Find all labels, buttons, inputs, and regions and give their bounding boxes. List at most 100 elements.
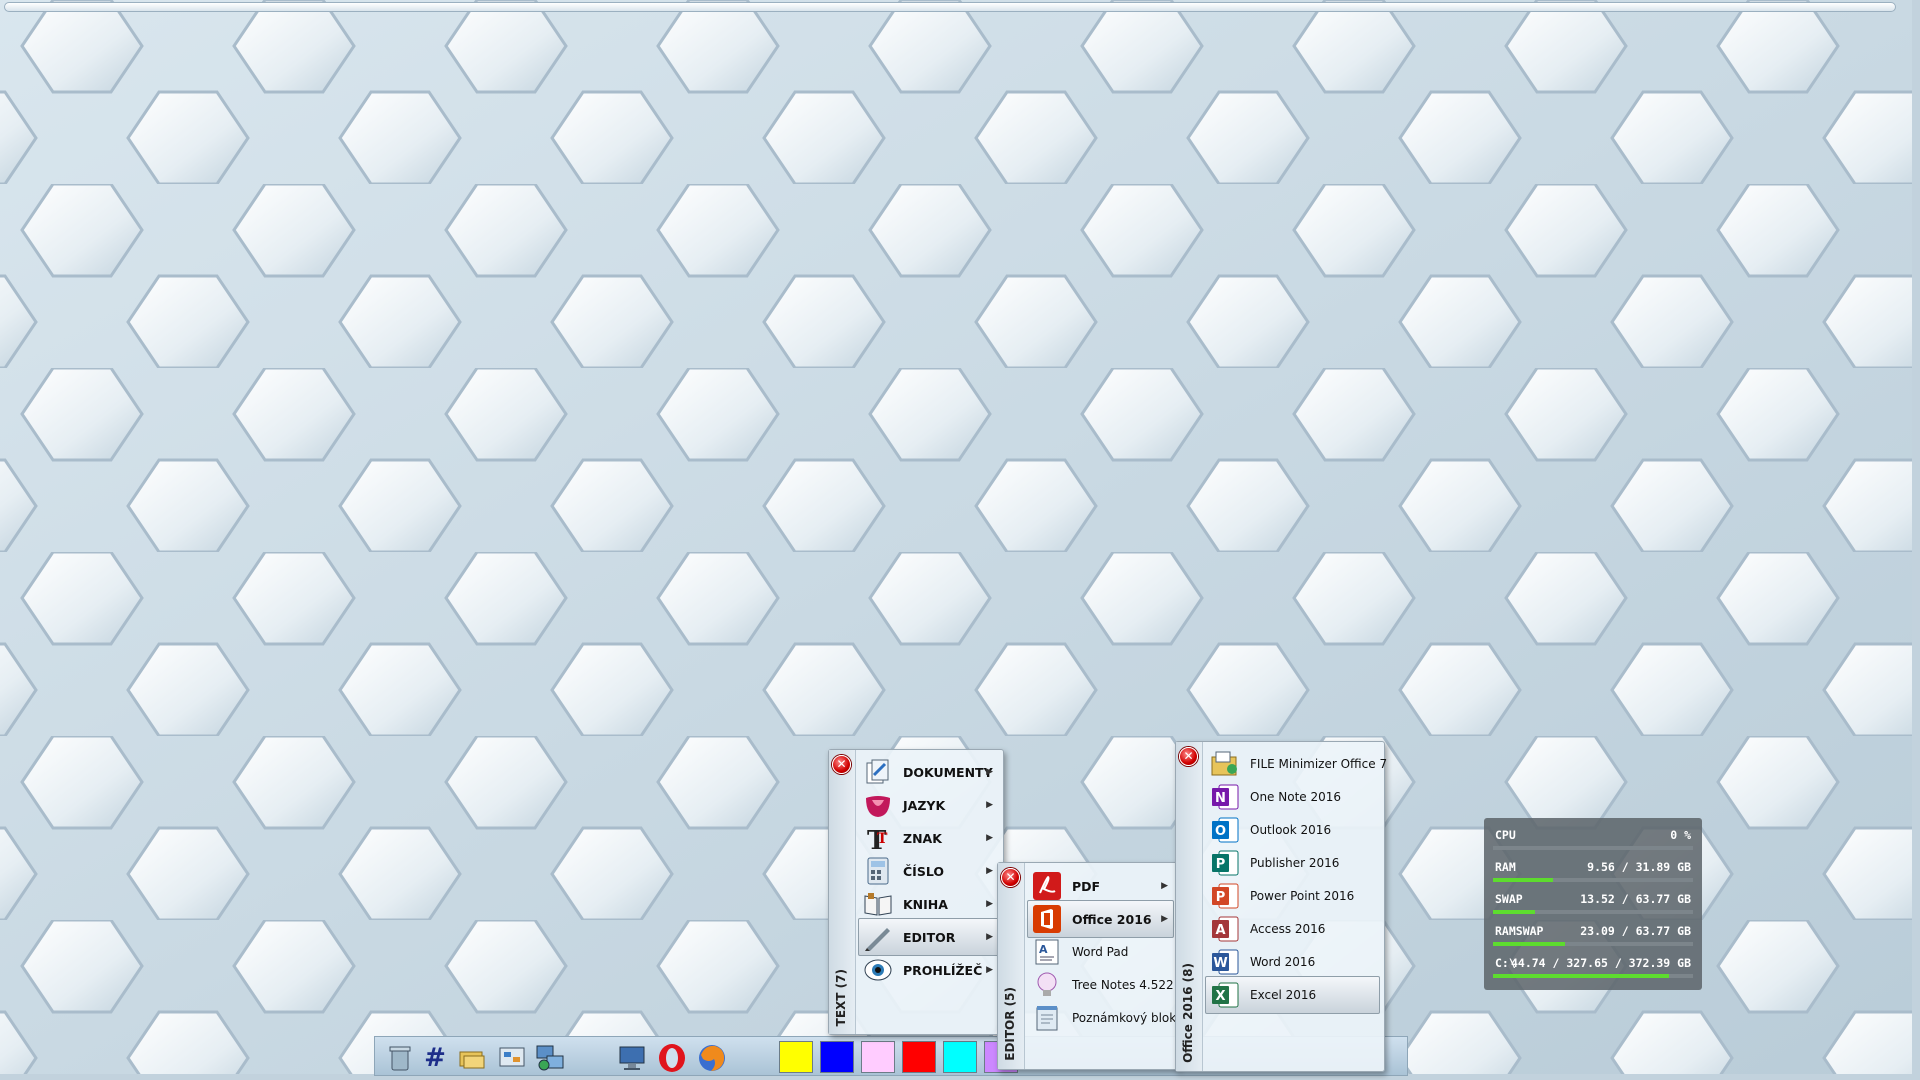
word-icon: W xyxy=(1210,947,1240,977)
office-menu-item-label: One Note 2016 xyxy=(1250,790,1342,804)
resource-bar xyxy=(1493,846,1693,850)
submenu-arrow-icon: ▶ xyxy=(986,800,993,810)
resource-bar xyxy=(1493,910,1693,914)
eye-icon xyxy=(863,955,893,985)
wordpad-icon: A xyxy=(1032,937,1062,967)
resource-bar xyxy=(1493,878,1693,882)
editor-menu-close-button[interactable]: ✕ xyxy=(1001,868,1020,887)
notepad-icon xyxy=(1032,1003,1062,1033)
hash-icon[interactable]: # xyxy=(420,1043,450,1073)
publisher-icon: P xyxy=(1210,848,1240,878)
resource-value: 23.09 / 63.77 GB xyxy=(1580,924,1691,938)
pdf-icon xyxy=(1032,871,1062,901)
resource-row: RAM 9.56 / 31.89 GB xyxy=(1493,858,1693,886)
color-swatch[interactable] xyxy=(861,1041,895,1073)
calculator-icon xyxy=(863,856,893,886)
text-menu-close-button[interactable]: ✕ xyxy=(832,755,851,774)
submenu-arrow-icon: ▶ xyxy=(1161,914,1168,924)
office-menu-item-label: Power Point 2016 xyxy=(1250,889,1355,903)
svg-text:W: W xyxy=(1213,956,1227,971)
color-swatch[interactable] xyxy=(902,1041,936,1073)
resource-value: 13.52 / 63.77 GB xyxy=(1580,892,1691,906)
top-edge-bar[interactable] xyxy=(4,2,1896,12)
office-menu-item-label: Word 2016 xyxy=(1250,955,1316,969)
office-menu-item-label: FILE Minimizer Office 7 xyxy=(1250,757,1388,771)
submenu-arrow-icon: ▶ xyxy=(986,899,993,909)
text-menu-item-label: JAZYK xyxy=(903,797,946,813)
text-menu-item-label: ČÍSLO xyxy=(903,863,944,879)
firefox-icon[interactable] xyxy=(697,1043,727,1073)
onenote-icon: N xyxy=(1210,782,1240,812)
character-icon: TT xyxy=(863,823,893,853)
file-minimizer-icon xyxy=(1210,749,1240,779)
editor-menu-item-label: Poznámkový blok xyxy=(1072,1011,1177,1025)
office-menu-item-label: Access 2016 xyxy=(1250,922,1326,936)
office-menu-item-label: Excel 2016 xyxy=(1250,988,1317,1002)
outlook-icon: O xyxy=(1210,815,1240,845)
access-icon: A xyxy=(1210,914,1240,944)
control-panel-icon[interactable] xyxy=(497,1043,527,1073)
editor-menu-item-label: Word Pad xyxy=(1072,945,1129,959)
submenu-arrow-icon: ▶ xyxy=(1161,881,1168,891)
office-menu-title: Office 2016 (8) xyxy=(1181,963,1195,1063)
editor-menu: ✕ EDITOR (5) PDF ▶ Office 2016 ▶ A Word Pad Tr… xyxy=(997,862,1188,1070)
text-menu-item-label: KNIHA xyxy=(903,896,948,912)
submenu-arrow-icon: ▶ xyxy=(986,866,993,876)
powerpoint-icon: P xyxy=(1210,881,1240,911)
text-menu-item-label: EDITOR xyxy=(903,929,956,945)
resource-value: 9.56 / 31.89 GB xyxy=(1587,860,1691,874)
editor-menu-strip: ✕ EDITOR (5) xyxy=(998,863,1025,1069)
text-menu-item-label: DOKUMENTY xyxy=(903,764,993,780)
text-menu-item-label: PROHLÍŽEČ xyxy=(903,962,983,978)
office-menu-item-label: Outlook 2016 xyxy=(1250,823,1332,837)
pen-icon xyxy=(863,922,893,952)
resource-name: RAM xyxy=(1495,860,1516,874)
office-menu-item[interactable]: X Excel 2016 xyxy=(1205,976,1380,1014)
resource-row: CPU 0 % xyxy=(1493,826,1693,854)
svg-text:O: O xyxy=(1215,824,1226,839)
svg-text:T: T xyxy=(877,831,888,847)
book-icon xyxy=(863,889,893,919)
recycle-bin-icon[interactable] xyxy=(385,1043,415,1073)
submenu-arrow-icon: ▶ xyxy=(986,932,993,942)
text-menu-title: TEXT (7) xyxy=(834,968,848,1026)
text-menu: ✕ TEXT (7) DOKUMENTY ▶ JAZYK ▶ T T ZNAK ▶ ČÍSLO ▶… xyxy=(828,749,1004,1035)
resource-bar xyxy=(1493,974,1693,978)
computer-icon[interactable] xyxy=(617,1043,647,1073)
opera-icon[interactable] xyxy=(657,1043,687,1073)
svg-text:A: A xyxy=(1039,943,1048,956)
folders-icon[interactable] xyxy=(457,1043,487,1073)
submenu-arrow-icon: ▶ xyxy=(986,833,993,843)
color-swatch[interactable] xyxy=(943,1041,977,1073)
text-menu-strip: ✕ TEXT (7) xyxy=(829,750,856,1034)
resource-row: SWAP 13.52 / 63.77 GB xyxy=(1493,890,1693,918)
resource-bar xyxy=(1493,942,1693,946)
office-menu-strip: ✕ Office 2016 (8) xyxy=(1176,742,1203,1071)
documents-icon xyxy=(863,757,893,787)
submenu-arrow-icon: ▶ xyxy=(986,965,993,975)
svg-text:A: A xyxy=(1215,923,1225,938)
editor-menu-item[interactable]: Poznámkový blok xyxy=(1027,999,1177,1037)
excel-icon: X xyxy=(1210,980,1240,1010)
resource-name: SWAP xyxy=(1495,892,1523,906)
text-menu-item[interactable]: PROHLÍŽEČ ▶ xyxy=(858,951,999,989)
color-swatch[interactable] xyxy=(779,1041,813,1073)
editor-menu-item-label: Tree Notes 4.522 # xyxy=(1072,978,1188,992)
editor-menu-title: EDITOR (5) xyxy=(1003,987,1017,1061)
color-swatch[interactable] xyxy=(820,1041,854,1073)
resource-value: 0 % xyxy=(1670,828,1691,842)
network-icon[interactable] xyxy=(535,1043,565,1073)
resource-bar-fill xyxy=(1493,942,1565,946)
office-menu: ✕ Office 2016 (8) FILE Minimizer Office … xyxy=(1175,741,1388,1072)
svg-text:P: P xyxy=(1216,890,1226,905)
editor-menu-item-label: Office 2016 xyxy=(1072,911,1152,927)
resource-row: RAMSWAP 23.09 / 63.77 GB xyxy=(1493,922,1693,950)
right-screen-frame xyxy=(1912,0,1920,1080)
office-menu-close-button[interactable]: ✕ xyxy=(1179,747,1198,766)
resource-bar-fill xyxy=(1493,878,1553,882)
svg-text:N: N xyxy=(1215,791,1226,806)
resource-name: RAMSWAP xyxy=(1495,924,1544,938)
submenu-arrow-icon: ▶ xyxy=(986,767,993,777)
text-menu-item-label: ZNAK xyxy=(903,830,942,846)
tongue-icon xyxy=(863,790,893,820)
